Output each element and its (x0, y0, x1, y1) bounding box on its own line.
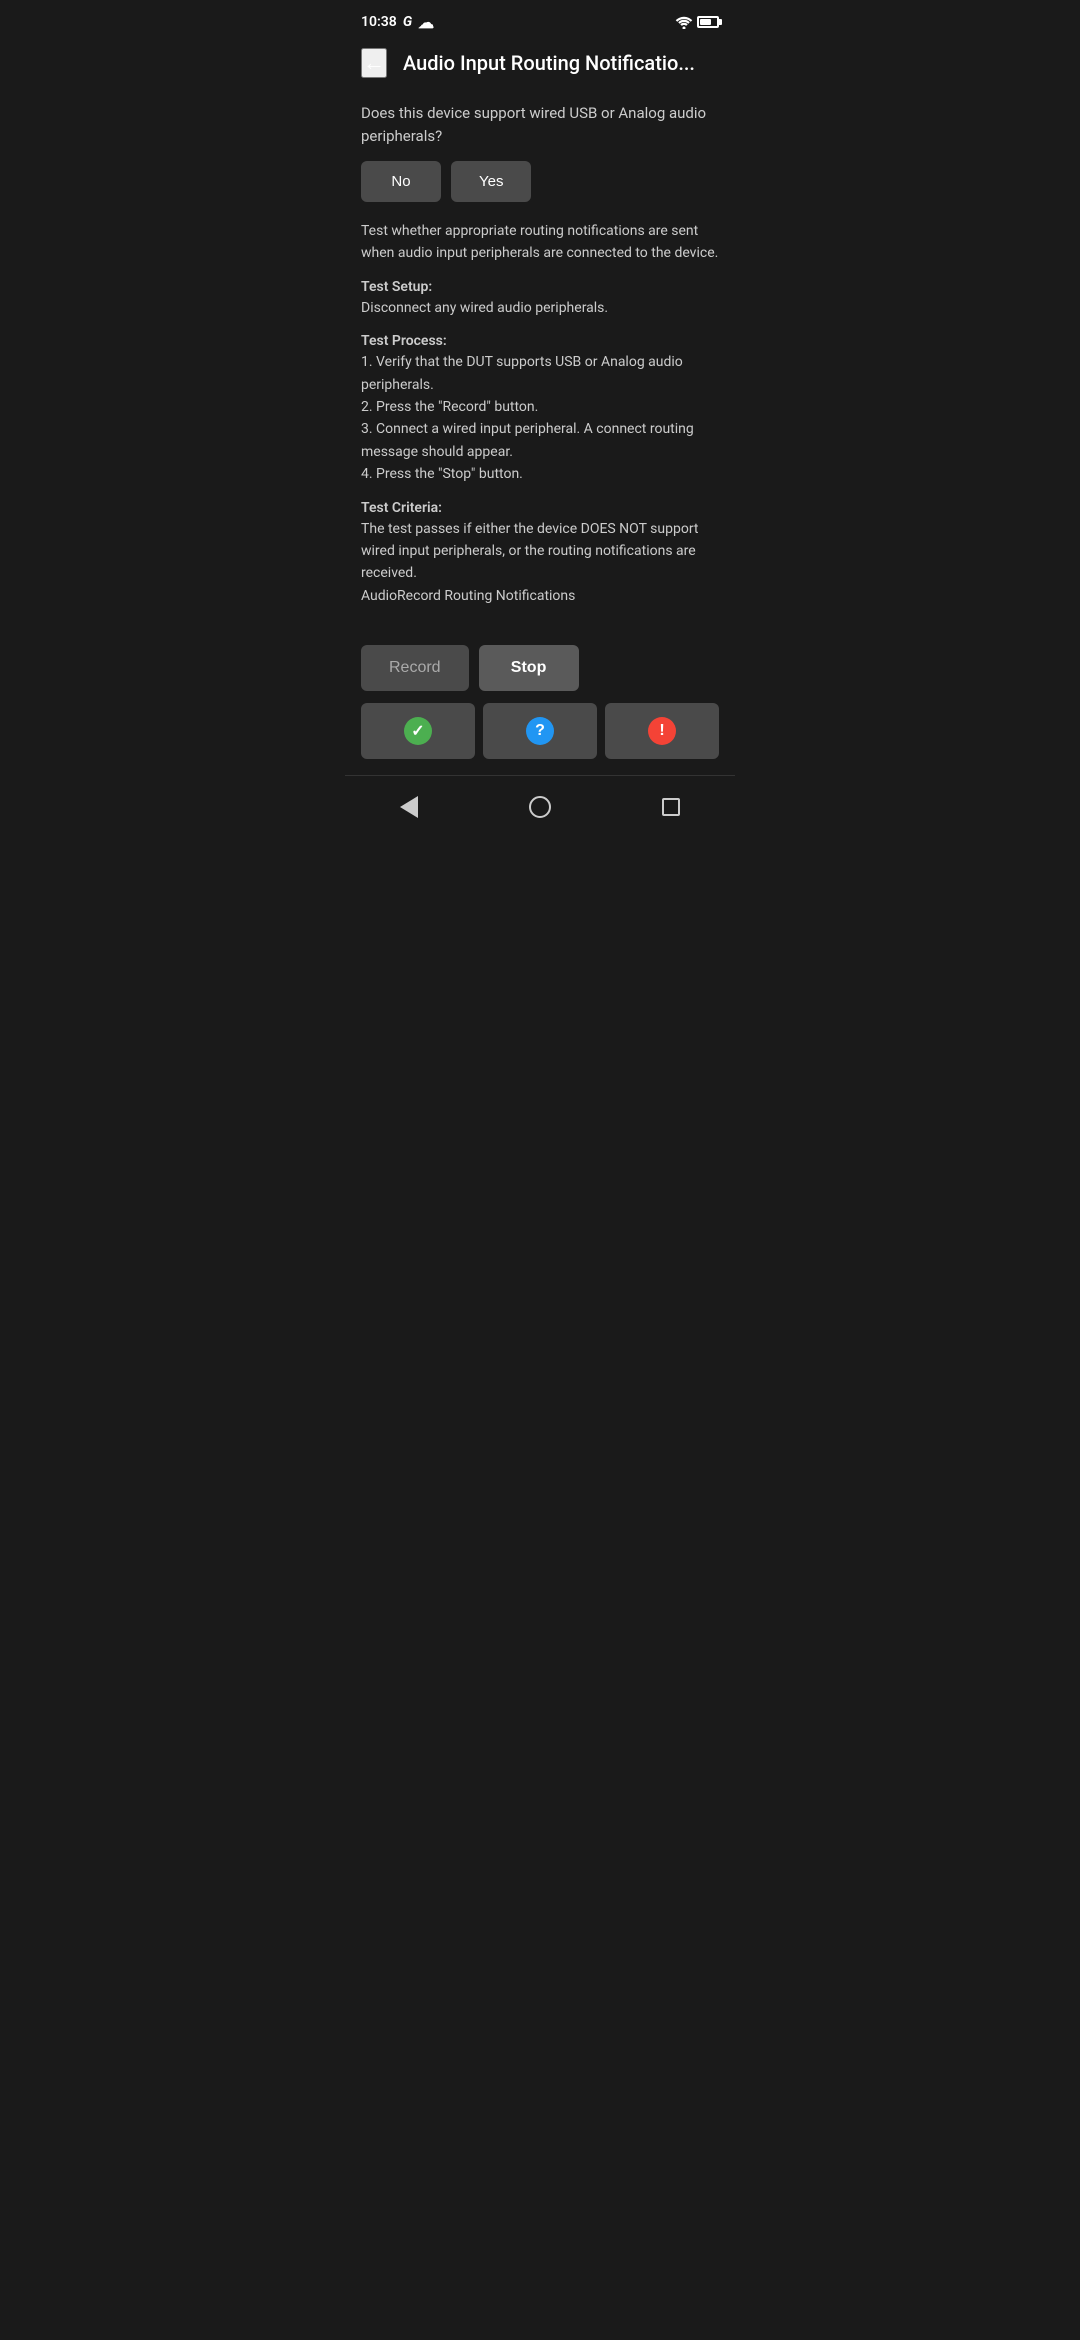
cloud-icon: ☁ (418, 13, 434, 32)
process-heading: Test Process: (361, 333, 719, 349)
criteria-body: The test passes if either the device DOE… (361, 518, 719, 608)
info-icon: ? (526, 717, 554, 745)
criteria-heading: Test Criteria: (361, 500, 719, 516)
setup-body: Disconnect any wired audio peripherals. (361, 297, 719, 319)
google-icon: G (403, 14, 412, 30)
nav-recent-button[interactable] (638, 790, 704, 824)
nav-back-button[interactable] (376, 788, 442, 826)
back-button[interactable]: ← (361, 48, 387, 78)
info-button[interactable]: ? (483, 703, 597, 759)
fail-button[interactable]: ! (605, 703, 719, 759)
nav-recent-icon (662, 798, 680, 816)
process-body: 1. Verify that the DUT supports USB or A… (361, 351, 719, 485)
fail-icon: ! (648, 717, 676, 745)
nav-home-button[interactable] (505, 788, 575, 826)
no-button[interactable]: No (361, 161, 441, 202)
nav-back-icon (400, 796, 418, 818)
stop-button[interactable]: Stop (479, 645, 579, 691)
yes-button[interactable]: Yes (451, 161, 531, 202)
question-text: Does this device support wired USB or An… (361, 102, 719, 147)
choice-button-row: No Yes (361, 161, 719, 202)
action-buttons-row: Record Stop (345, 629, 735, 703)
description-text: Test whether appropriate routing notific… (361, 220, 719, 265)
bottom-nav (345, 775, 735, 846)
page-title: Audio Input Routing Notificatio... (403, 51, 719, 75)
setup-heading: Test Setup: (361, 279, 719, 295)
wifi-icon (675, 15, 693, 29)
content-area: Does this device support wired USB or An… (345, 94, 735, 629)
app-bar: ← Audio Input Routing Notificatio... (345, 40, 735, 94)
pass-button[interactable]: ✓ (361, 703, 475, 759)
record-button[interactable]: Record (361, 645, 469, 691)
battery-icon (697, 16, 719, 28)
time-display: 10:38 (361, 14, 397, 30)
pass-icon: ✓ (404, 717, 432, 745)
nav-home-icon (529, 796, 551, 818)
status-left: 10:38 G ☁ (361, 13, 434, 32)
status-bar: 10:38 G ☁ (345, 0, 735, 40)
status-right (675, 15, 719, 29)
result-buttons-row: ✓ ? ! (345, 703, 735, 775)
